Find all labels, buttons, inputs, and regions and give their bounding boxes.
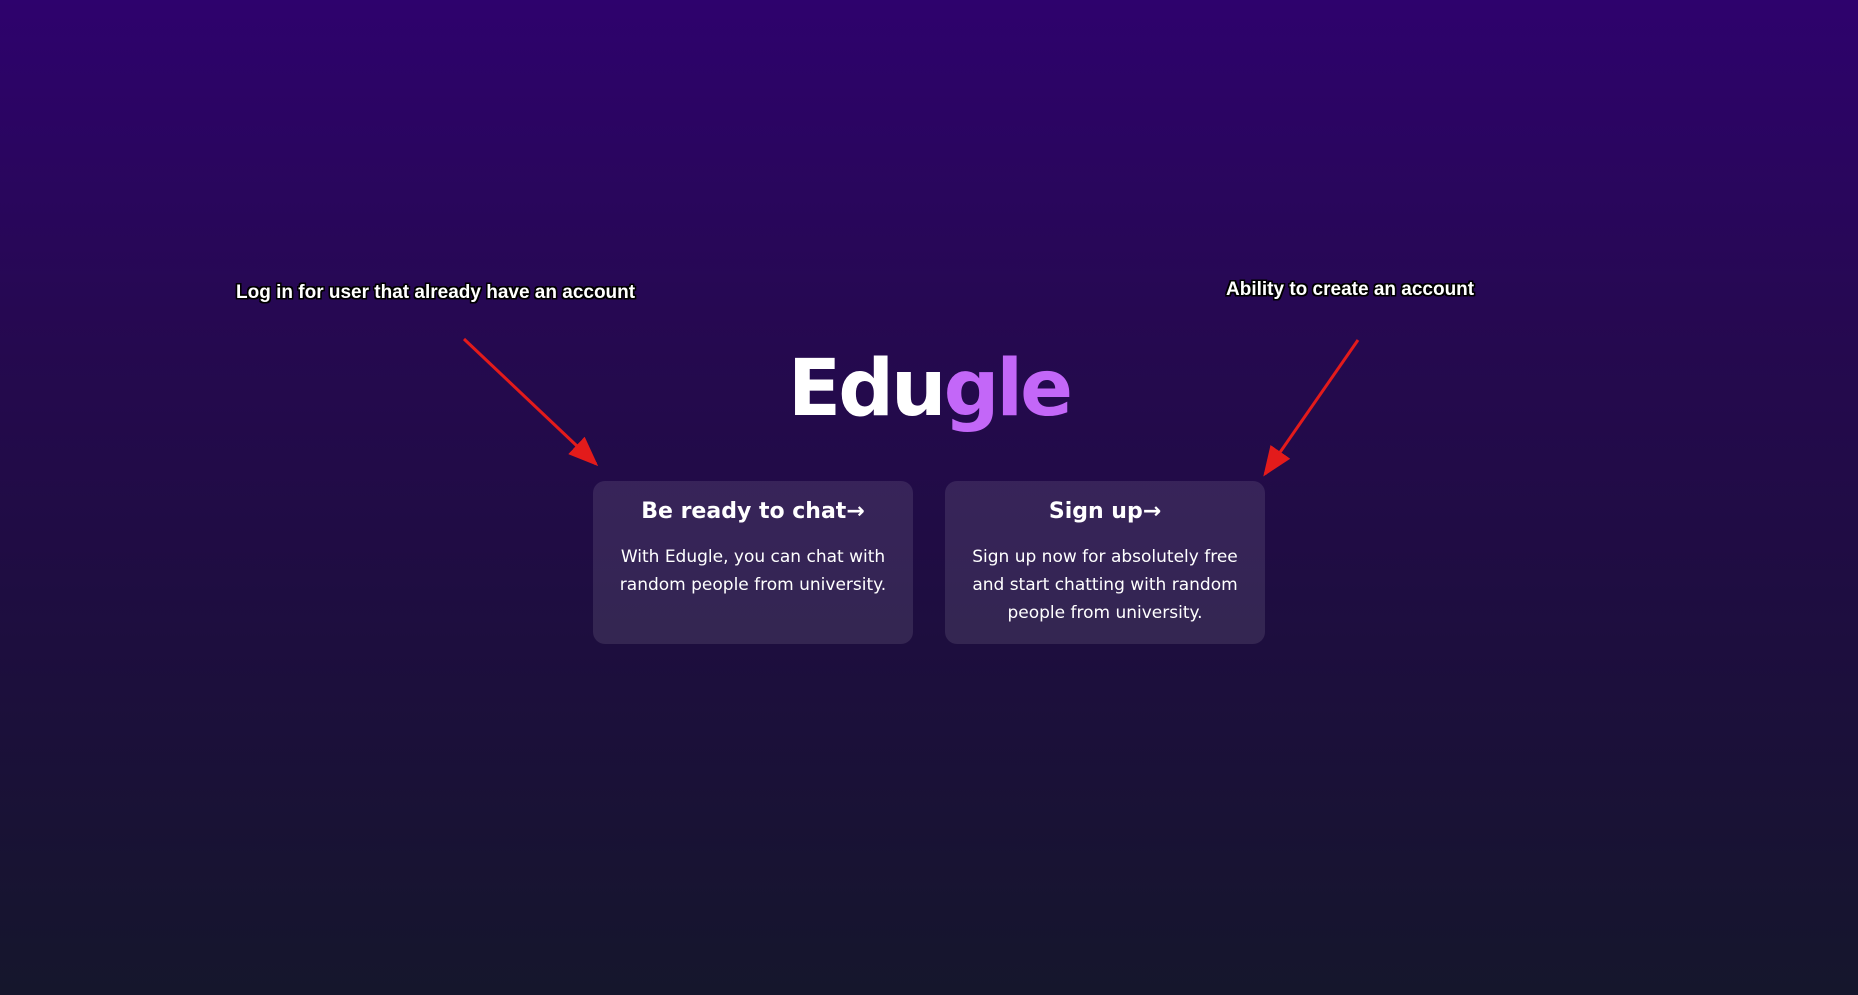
annotation-arrows: [462, 337, 1360, 477]
signup-card-title: Sign up→: [1048, 499, 1162, 524]
signup-card-description: Sign up now for absolutely free and star…: [972, 547, 1238, 624]
login-card-title: Be ready to chat→: [641, 499, 865, 524]
signup-card[interactable]: Sign up→ Sign up now for absolutely free…: [945, 481, 1265, 644]
annotation-login: Log in for user that already have an acc…: [236, 282, 636, 303]
app-logo: Edugle: [0, 350, 1858, 428]
logo-text-part1: Edu: [787, 344, 947, 434]
login-card[interactable]: Be ready to chat→ With Edugle, you can c…: [593, 481, 913, 644]
logo-text-part2: gle: [943, 344, 1073, 434]
annotation-signup: Ability to create an account: [1226, 279, 1475, 300]
login-card-description: With Edugle, you can chat with random pe…: [619, 547, 887, 596]
